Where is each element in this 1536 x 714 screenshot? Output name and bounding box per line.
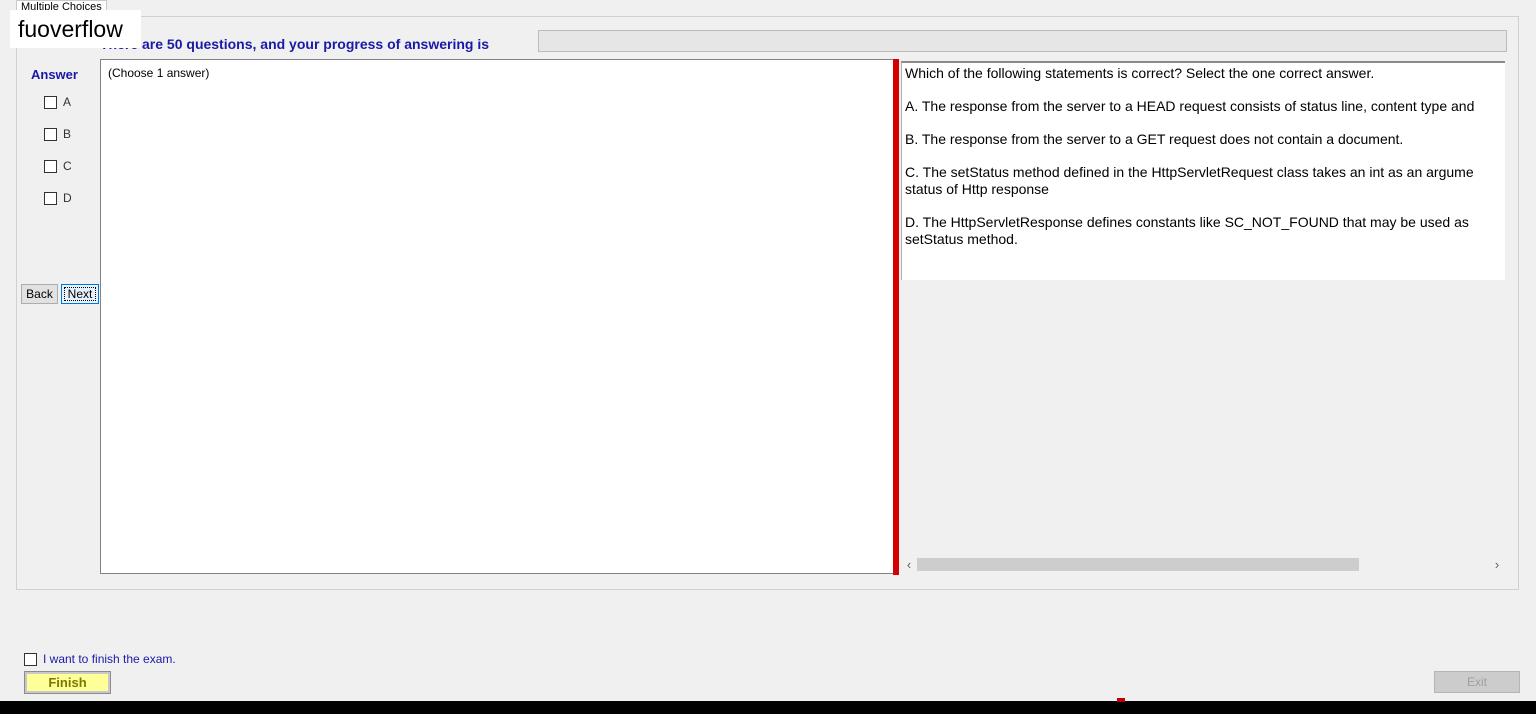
choose-instruction: (Choose 1 answer) [108, 66, 210, 80]
taskbar-strip [0, 701, 1536, 714]
question-choice-c-line2: status of Http response [905, 181, 1049, 197]
answer-option-label: C [63, 159, 72, 173]
scroll-track[interactable] [917, 556, 1489, 573]
answer-heading: Answer [31, 67, 78, 82]
exit-button[interactable]: Exit [1434, 671, 1520, 693]
question-panel: Which of the following statements is cor… [901, 61, 1505, 280]
question-choice-c: C. The setStatus method defined in the H… [905, 164, 1505, 198]
answer-option-a[interactable]: A [44, 95, 71, 109]
question-choice-d: D. The HttpServletResponse defines const… [905, 214, 1505, 248]
scroll-thumb[interactable] [917, 558, 1359, 571]
next-button[interactable]: Next [61, 284, 99, 304]
answer-option-label: B [63, 127, 72, 141]
question-prompt: Which of the following statements is cor… [905, 65, 1375, 81]
checkbox[interactable] [44, 191, 57, 205]
question-choice-c-line1: C. The setStatus method defined in the H… [905, 164, 1474, 180]
panel-splitter[interactable] [893, 59, 899, 575]
taskbar-marker [1117, 698, 1125, 702]
answer-option-d[interactable]: D [44, 191, 72, 205]
finish-exam-label: I want to finish the exam. [43, 652, 176, 666]
progress-bar [538, 30, 1507, 52]
answer-text-panel: (Choose 1 answer) [100, 59, 893, 574]
checkbox[interactable] [44, 159, 57, 173]
checkbox[interactable] [24, 652, 37, 666]
answer-option-c[interactable]: C [44, 159, 72, 173]
back-button[interactable]: Back [21, 284, 58, 304]
checkbox[interactable] [44, 127, 57, 141]
finish-button[interactable]: Finish [24, 671, 111, 694]
question-horizontal-scrollbar[interactable]: ‹ › [901, 556, 1505, 573]
watermark-logo: fuoverflow [10, 10, 141, 48]
progress-label: There are 50 questions, and your progres… [100, 36, 489, 52]
finish-exam-checkbox[interactable]: I want to finish the exam. [24, 652, 176, 666]
question-choice-d-line1: D. The HttpServletResponse defines const… [905, 214, 1469, 230]
checkbox[interactable] [44, 95, 57, 109]
scroll-right-icon[interactable]: › [1489, 556, 1505, 573]
answer-option-label: A [63, 95, 72, 109]
scroll-left-icon[interactable]: ‹ [901, 556, 917, 573]
question-choice-d-line2: setStatus method. [905, 231, 1018, 247]
question-choice-b: B. The response from the server to a GET… [905, 131, 1404, 147]
answer-option-b[interactable]: B [44, 127, 71, 141]
answer-option-label: D [63, 191, 72, 205]
question-choice-a: A. The response from the server to a HEA… [905, 98, 1475, 114]
